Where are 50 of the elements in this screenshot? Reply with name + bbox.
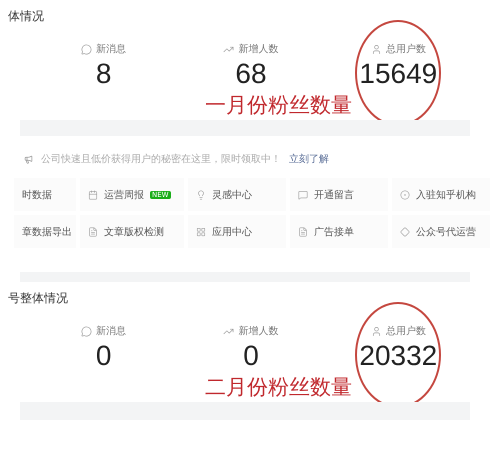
tool-label: 应用中心: [212, 226, 252, 238]
stat-label: 新消息: [96, 42, 126, 56]
document-icon: [298, 226, 308, 236]
megaphone-icon: [24, 154, 33, 164]
stat-label: 总用户数: [386, 324, 426, 338]
lightbulb-icon: [196, 190, 206, 200]
tool-label: 开通留言: [314, 188, 354, 202]
tool-tile[interactable]: 应用中心: [188, 215, 286, 248]
chat-icon: [81, 326, 92, 336]
tool-label: 时数据: [22, 188, 52, 202]
stat-value: 68: [235, 58, 267, 90]
annotation-text: 一月份粉丝数量: [204, 92, 353, 119]
tool-tile[interactable]: 时数据: [14, 178, 76, 211]
tool-label: 章数据导出: [22, 226, 72, 238]
stat-label: 新增人数: [238, 324, 278, 338]
tool-tile[interactable]: 文章版权检测: [80, 215, 184, 248]
diamond-icon: [400, 226, 410, 236]
tool-tile[interactable]: 广告接单: [290, 215, 388, 248]
section-title: 号整体情况: [7, 290, 69, 307]
stat-label: 新消息: [96, 324, 126, 338]
section-title: 体情况: [7, 8, 45, 25]
tool-label: 公众号代运营: [416, 226, 476, 238]
stat-value: 0: [243, 340, 259, 372]
stat-label: 总用户数: [386, 42, 426, 56]
stat-value: 8: [96, 58, 112, 90]
tool-tile[interactable]: 公众号代运营: [392, 215, 490, 248]
calendar-icon: [88, 190, 98, 200]
tool-tile[interactable]: 灵感中心: [188, 178, 286, 211]
tool-label: 灵感中心: [212, 188, 252, 202]
document-icon: [88, 226, 98, 236]
stat-value: 15649: [359, 58, 438, 90]
tool-tile[interactable]: 章数据导出: [14, 215, 76, 248]
chat-icon: [81, 44, 92, 54]
annotation-text: 二月份粉丝数量: [204, 374, 353, 401]
tool-label: 入驻知乎机构: [416, 188, 476, 202]
learn-more-link[interactable]: 立刻了解: [289, 152, 329, 166]
stat-value: 0: [96, 340, 112, 372]
stat-value: 20332: [359, 340, 438, 372]
notice-text: 公司快速且低价获得用户的秘密在这里，限时领取中！: [41, 152, 281, 166]
tool-label: 运营周报: [104, 188, 144, 202]
tool-label: 文章版权检测: [104, 226, 164, 238]
grid-icon: [196, 226, 206, 236]
user-icon: [370, 326, 382, 336]
tool-tile[interactable]: 入驻知乎机构: [392, 178, 490, 211]
stat-label: 新增人数: [238, 42, 278, 56]
user-icon: [370, 44, 382, 54]
tool-label: 广告接单: [314, 226, 354, 238]
message-icon: [298, 190, 308, 200]
tool-tile[interactable]: 开通留言: [290, 178, 388, 211]
circle-dot-icon: [400, 190, 410, 200]
